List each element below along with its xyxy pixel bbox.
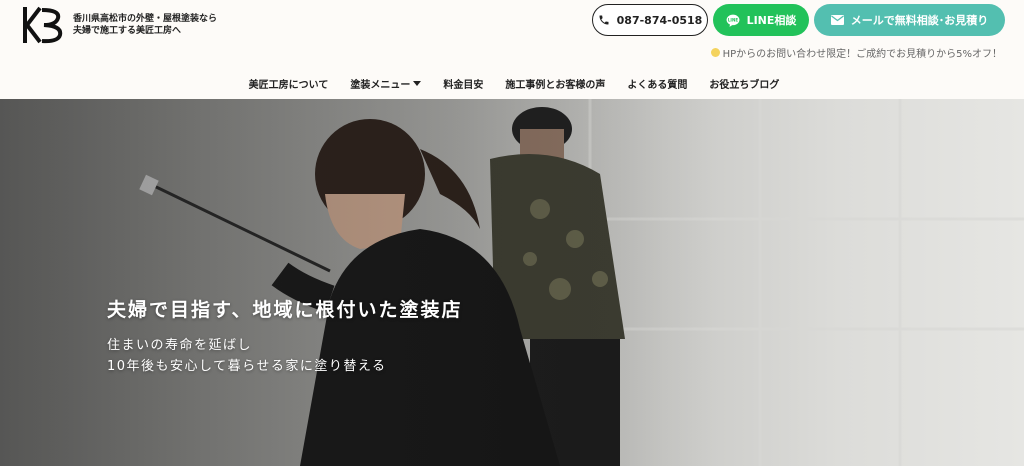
hero-subtitle: 住まいの寿命を延ばし 10年後も安心して暮らせる家に塗り替える xyxy=(107,335,387,377)
nav-item-blog[interactable]: お役立ちブログ xyxy=(709,74,779,92)
nav-item-label: お役立ちブログ xyxy=(709,79,780,91)
line-consult-button[interactable]: LINE LINE相談 xyxy=(713,4,809,36)
nav-item-painting-menu[interactable]: 塗装メニュー xyxy=(350,74,422,92)
promo-dot-icon xyxy=(710,48,720,57)
line-consult-label: LINE相談 xyxy=(746,14,797,27)
nav-item-label: 施工事例とお客様の声 xyxy=(505,79,606,91)
nav-item-label: 料金目安 xyxy=(443,79,484,91)
hero-title: 夫婦で目指す、地域に根付いた塗装店 xyxy=(107,299,463,321)
hero-sub-line-2: 10年後も安心して暮らせる家に塗り替える xyxy=(107,359,387,374)
caret-down-icon xyxy=(413,80,422,86)
hero-section: 夫婦で目指す、地域に根付いた塗装店 住まいの寿命を延ばし 10年後も安心して暮ら… xyxy=(0,99,1024,466)
hero-overlay xyxy=(0,99,1024,466)
tagline-line-1: 香川県高松市の外壁・屋根塗装なら xyxy=(73,14,218,24)
mail-estimate-button[interactable]: メールで無料相談･お見積り xyxy=(814,4,1005,36)
phone-icon xyxy=(599,15,609,25)
nav-item-pricing[interactable]: 料金目安 xyxy=(443,74,483,92)
nav-item-faq[interactable]: よくある質問 xyxy=(627,74,687,92)
nav-item-about[interactable]: 美匠工房について xyxy=(249,74,329,92)
promo-banner: HPからのお問い合わせ限定！ご成約でお見積りから5%オフ！ xyxy=(710,45,1002,60)
nav-item-works[interactable]: 施工事例とお客様の声 xyxy=(505,74,605,92)
promo-text: HPからのお問い合わせ限定！ご成約でお見積りから5%オフ！ xyxy=(722,49,1002,60)
mail-icon xyxy=(830,15,844,25)
main-nav: 美匠工房について 塗装メニュー 料金目安 施工事例とお客様の声 よくある質問 お… xyxy=(0,74,1024,92)
tagline-line-2: 夫婦で施工する美匠工房へ xyxy=(73,26,182,36)
svg-text:LINE: LINE xyxy=(727,17,738,22)
mail-estimate-label: メールで無料相談･お見積り xyxy=(850,14,989,27)
nav-item-label: 塗装メニュー xyxy=(350,79,411,91)
site-header: 香川県高松市の外壁・屋根塗装なら 夫婦で施工する美匠工房へ 087-874-05… xyxy=(0,0,1024,99)
hero-sub-line-1: 住まいの寿命を延ばし xyxy=(107,338,253,353)
phone-number: 087-874-0518 xyxy=(616,13,703,27)
nav-item-label: よくある質問 xyxy=(627,79,688,91)
phone-button[interactable]: 087-874-0518 xyxy=(592,4,708,36)
line-chat-icon: LINE xyxy=(726,14,739,27)
kb-logo[interactable] xyxy=(22,6,64,44)
header-tagline: 香川県高松市の外壁・屋根塗装なら 夫婦で施工する美匠工房へ xyxy=(73,13,217,37)
nav-item-label: 美匠工房について xyxy=(248,79,329,91)
